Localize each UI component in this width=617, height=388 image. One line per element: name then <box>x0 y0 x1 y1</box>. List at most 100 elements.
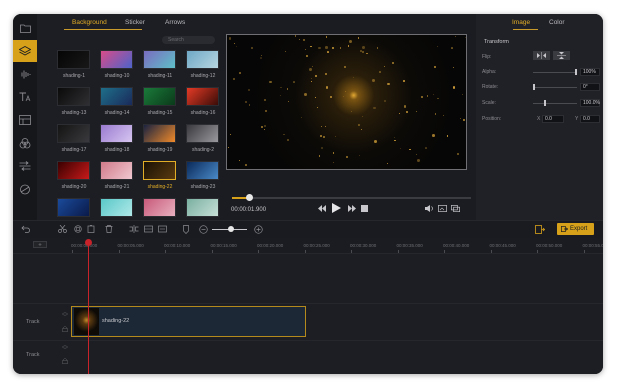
fullscreen-icon[interactable] <box>451 205 460 214</box>
thumbnail-shading-11[interactable] <box>143 50 176 69</box>
bokeh-particle <box>464 36 466 39</box>
thumbnail-shading-2[interactable] <box>186 124 219 143</box>
tab-background[interactable]: Background <box>72 19 107 26</box>
eye-icon[interactable] <box>61 345 69 351</box>
alpha-slider-handle[interactable] <box>575 69 577 75</box>
bokeh-particle <box>357 37 360 39</box>
rewind-icon[interactable] <box>318 205 326 214</box>
snapshot-icon[interactable] <box>438 205 447 214</box>
play-icon[interactable] <box>332 203 341 215</box>
speed-icon[interactable] <box>158 225 167 235</box>
bokeh-particle <box>329 96 332 99</box>
position-label: Position: <box>482 116 502 122</box>
thumbnail-shading-20[interactable] <box>57 161 90 180</box>
audio-wave-icon[interactable] <box>13 63 37 85</box>
thumbnail-shading-19[interactable] <box>143 124 176 143</box>
marker-icon[interactable] <box>183 225 189 236</box>
zoom-out-icon[interactable] <box>199 225 208 236</box>
text-icon[interactable] <box>13 86 37 108</box>
lock-icon[interactable] <box>62 326 68 334</box>
video-editor-window: Background Sticker Arrows Search shading… <box>13 14 603 374</box>
volume-icon[interactable] <box>425 205 434 214</box>
timeline-ruler[interactable]: 00:00:00.000 00:00:05.000 00:00:10.000 00:0… <box>13 238 603 254</box>
preview-progress-track[interactable] <box>232 197 471 199</box>
delete-icon[interactable] <box>105 225 113 235</box>
thumbnail-shading-18[interactable] <box>100 124 133 143</box>
filter-icon[interactable] <box>13 132 37 154</box>
playhead-handle[interactable] <box>85 239 92 246</box>
element-icon[interactable] <box>13 178 37 200</box>
split-icon[interactable] <box>129 225 139 235</box>
edit-toolbar <box>13 220 603 238</box>
ruler-tick <box>165 250 166 253</box>
lock-icon[interactable] <box>62 358 68 366</box>
eye-icon[interactable] <box>61 312 69 318</box>
thumbnail-shading-14[interactable] <box>100 87 133 106</box>
bokeh-particle <box>250 46 253 49</box>
bokeh-particle <box>316 106 319 109</box>
rotate-slider[interactable] <box>533 87 577 88</box>
rotate-value-field[interactable]: 0° <box>580 83 600 91</box>
position-y-field[interactable]: 0.0 <box>580 115 600 123</box>
thumbnail-shading-23[interactable] <box>186 161 219 180</box>
rotate-slider-handle[interactable] <box>533 84 535 90</box>
bokeh-particle <box>331 46 334 49</box>
tab-sticker[interactable]: Sticker <box>125 19 145 26</box>
tab-image[interactable]: Image <box>512 19 530 26</box>
zoom-slider-handle[interactable] <box>228 226 234 232</box>
bokeh-particle <box>451 46 454 49</box>
ruler-tick <box>583 250 585 253</box>
thumbnail-item-19[interactable] <box>186 198 219 217</box>
thumbnail-shading-21[interactable] <box>100 161 133 180</box>
add-track-button[interactable] <box>33 241 47 248</box>
bokeh-particle <box>310 77 313 79</box>
tab-color[interactable]: Color <box>549 19 565 26</box>
thumbnail-shading-16[interactable] <box>186 87 219 106</box>
flip-vertical-button[interactable] <box>553 51 570 60</box>
scale-slider[interactable] <box>533 103 577 104</box>
video-preview[interactable] <box>226 34 467 170</box>
search-input[interactable]: Search <box>162 36 215 44</box>
ruler-tick <box>490 250 492 253</box>
flip-horizontal-button[interactable] <box>533 51 550 60</box>
alpha-value-field[interactable]: 100% <box>580 68 600 76</box>
thumbnail-item-17[interactable] <box>100 198 133 217</box>
thumbnail-shading-1[interactable] <box>57 50 90 69</box>
bokeh-particle <box>373 106 376 110</box>
fast-forward-icon[interactable] <box>348 205 356 214</box>
export-button[interactable]: Export <box>557 223 594 235</box>
thumbnail-item-16[interactable] <box>57 198 90 217</box>
thumbnail-shading-12[interactable] <box>186 50 219 69</box>
playhead[interactable] <box>88 240 89 374</box>
position-x-field[interactable]: 0.0 <box>542 115 564 123</box>
ruler-tick-label: 00:00:35.000 <box>396 243 423 248</box>
preview-progress-handle[interactable] <box>245 194 253 201</box>
thumbnail-shading-15[interactable] <box>143 87 176 106</box>
folder-icon[interactable] <box>13 17 37 39</box>
tab-arrows[interactable]: Arrows <box>165 19 185 26</box>
overlay-icon[interactable] <box>13 109 37 131</box>
bokeh-particle <box>318 155 321 157</box>
thumbnail-shading-22[interactable] <box>143 161 176 180</box>
alpha-slider[interactable] <box>533 72 577 73</box>
scale-value-field[interactable]: 100.0% <box>580 99 600 107</box>
ruler-tick <box>397 250 399 253</box>
thumbnail-shading-10[interactable] <box>100 50 133 69</box>
copy-icon[interactable] <box>74 225 83 235</box>
zoom-in-icon[interactable] <box>254 225 263 236</box>
thumbnail-shading-17[interactable] <box>57 124 90 143</box>
bokeh-particle <box>320 134 323 137</box>
scale-slider-handle[interactable] <box>544 100 546 106</box>
thumbnail-label: shading-19 <box>147 147 173 153</box>
stop-icon[interactable] <box>361 205 368 214</box>
thumbnail-label: shading-23 <box>190 184 216 190</box>
paste-icon[interactable] <box>87 225 96 235</box>
layers-icon[interactable] <box>13 40 37 62</box>
record-icon[interactable] <box>535 225 546 236</box>
crop-icon[interactable] <box>144 225 153 235</box>
thumbnail-item-18[interactable] <box>143 198 176 217</box>
cut-icon[interactable] <box>58 224 67 235</box>
undo-icon[interactable] <box>21 225 30 235</box>
thumbnail-shading-13[interactable] <box>57 87 90 106</box>
transition-icon[interactable] <box>13 155 37 177</box>
